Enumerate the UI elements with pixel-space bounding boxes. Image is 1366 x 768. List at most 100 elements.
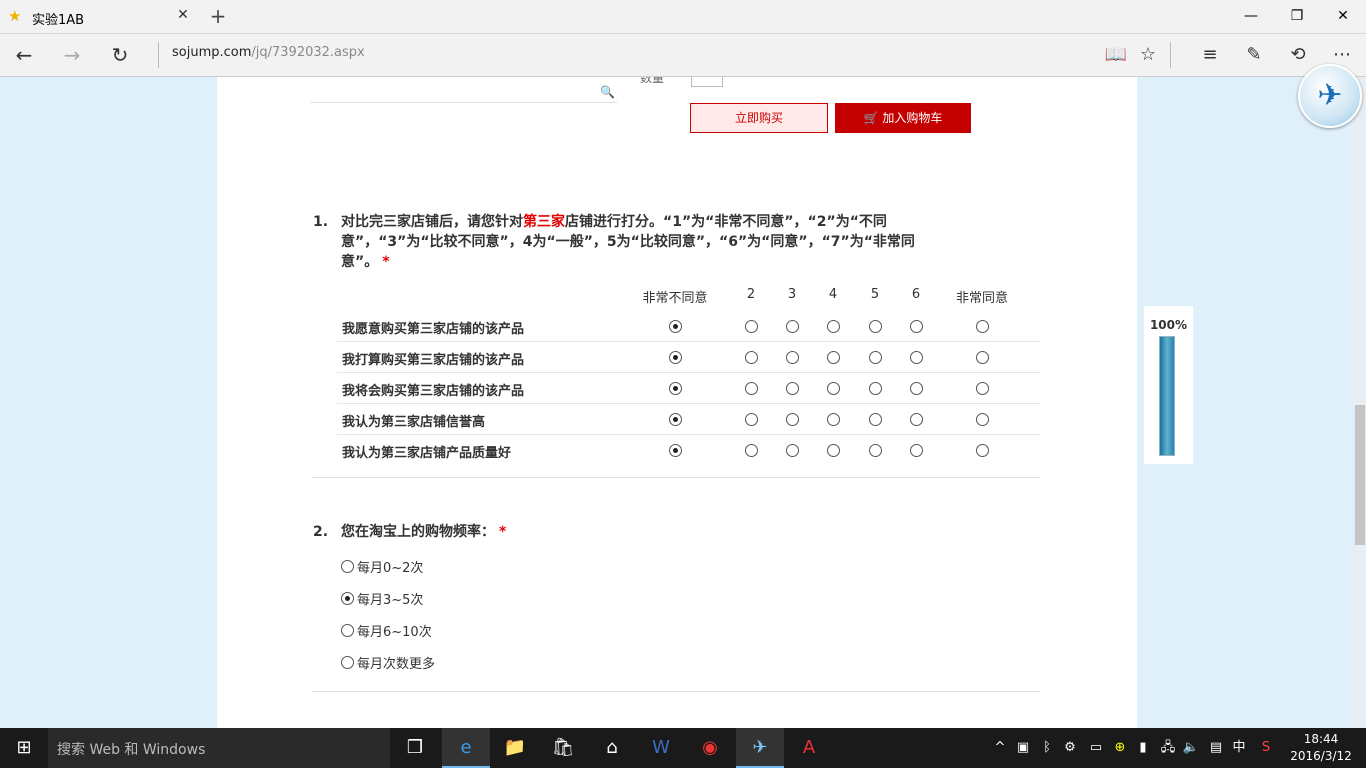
frequency-radio[interactable] [341, 592, 354, 605]
frequency-option-label[interactable]: 每月3~5次 [357, 589, 423, 608]
volume-icon[interactable]: 🔈 [1182, 728, 1200, 768]
add-to-cart-button[interactable]: 🛒 加入购物车 [835, 103, 971, 133]
matrix-radio-1[interactable] [669, 351, 682, 364]
network-icon[interactable]: 🖧 [1158, 728, 1178, 768]
progress-fill [1160, 337, 1174, 455]
matrix-col-2: 2 [746, 287, 756, 302]
matrix-radio-1[interactable] [669, 320, 682, 333]
windows-taskbar: ⊞ 搜索 Web 和 Windows ❒ e 📁 🛍 ⌂ W ◉ ✈ A ^ ▣… [0, 728, 1366, 768]
tray-update-icon[interactable]: ⚙ [1061, 728, 1079, 768]
matrix-radio-3[interactable] [786, 444, 799, 457]
matrix-radio-7[interactable] [976, 382, 989, 395]
minimize-button[interactable]: — [1228, 0, 1274, 33]
store-icon[interactable]: 🛍 [539, 728, 587, 768]
back-button[interactable]: ← [9, 40, 39, 70]
frequency-option-label[interactable]: 每月次数更多 [357, 653, 435, 672]
matrix-radio-6[interactable] [910, 413, 923, 426]
netease-music-icon[interactable]: ◉ [686, 728, 734, 768]
task-view-icon[interactable]: ❒ [391, 728, 439, 768]
matrix-radio-6[interactable] [910, 351, 923, 364]
acrobat-icon[interactable]: A [785, 728, 833, 768]
system-clock[interactable]: 18:44 2016/3/12 [1288, 731, 1354, 765]
quantity-input[interactable] [691, 77, 723, 87]
tray-display-icon[interactable]: ▭ [1086, 728, 1106, 768]
ime-indicator[interactable]: 中 [1229, 728, 1249, 768]
matrix-radio-7[interactable] [976, 320, 989, 333]
close-window-button[interactable]: ✕ [1320, 0, 1366, 33]
question-1-number: 1. [313, 214, 329, 230]
edge-browser-icon[interactable]: e [442, 728, 490, 768]
close-tab-icon[interactable]: ✕ [173, 5, 193, 25]
matrix-radio-7[interactable] [976, 413, 989, 426]
windows-start-icon[interactable]: ⊞ [0, 728, 48, 768]
bird-app-icon[interactable]: ✈ [736, 728, 784, 768]
buy-now-button[interactable]: 立即购买 [690, 103, 828, 133]
matrix-radio-6[interactable] [910, 382, 923, 395]
matrix-radio-2[interactable] [745, 413, 758, 426]
frequency-radio[interactable] [341, 656, 354, 669]
favorite-star-outline-icon[interactable]: ☆ [1133, 40, 1163, 70]
progress-widget: 100% [1144, 306, 1193, 464]
tray-app-icon[interactable]: ▣ [1013, 728, 1033, 768]
matrix-radio-2[interactable] [745, 320, 758, 333]
matrix-radio-2[interactable] [745, 351, 758, 364]
home-icon[interactable]: ⌂ [588, 728, 636, 768]
restore-button[interactable]: ❐ [1274, 0, 1320, 33]
bird-logo-icon[interactable]: ✈ [1298, 64, 1362, 128]
search-icon[interactable]: 🔍 [600, 85, 615, 99]
matrix-row-divider [337, 341, 1040, 342]
scrollbar-track[interactable] [1354, 77, 1366, 728]
matrix-radio-3[interactable] [786, 413, 799, 426]
matrix-radio-1[interactable] [669, 413, 682, 426]
matrix-radio-5[interactable] [869, 382, 882, 395]
hub-icon[interactable]: ≡ [1195, 40, 1225, 70]
add-to-cart-label: 加入购物车 [882, 111, 943, 125]
frequency-radio[interactable] [341, 624, 354, 637]
matrix-radio-4[interactable] [827, 351, 840, 364]
address-bar[interactable]: sojump.com/jq/7392032.aspx [172, 45, 365, 60]
matrix-radio-2[interactable] [745, 382, 758, 395]
taskbar-search-box[interactable]: 搜索 Web 和 Windows [48, 728, 390, 768]
browser-tab[interactable]: ★ 实验1AB ✕ [0, 0, 198, 33]
matrix-radio-4[interactable] [827, 413, 840, 426]
frequency-radio[interactable] [341, 560, 354, 573]
matrix-radio-6[interactable] [910, 444, 923, 457]
matrix-radio-7[interactable] [976, 351, 989, 364]
matrix-radio-4[interactable] [827, 444, 840, 457]
matrix-radio-3[interactable] [786, 382, 799, 395]
matrix-radio-1[interactable] [669, 382, 682, 395]
matrix-radio-5[interactable] [869, 320, 882, 333]
show-hidden-icons[interactable]: ^ [992, 728, 1008, 768]
matrix-radio-3[interactable] [786, 320, 799, 333]
matrix-col-6: 6 [911, 287, 921, 302]
file-explorer-icon[interactable]: 📁 [491, 728, 539, 768]
web-note-icon[interactable]: ✎ [1239, 40, 1269, 70]
refresh-button[interactable]: ↻ [105, 40, 135, 70]
matrix-radio-6[interactable] [910, 320, 923, 333]
matrix-radio-4[interactable] [827, 382, 840, 395]
matrix-radio-4[interactable] [827, 320, 840, 333]
reading-view-icon[interactable]: 📖 [1101, 40, 1131, 70]
matrix-radio-1[interactable] [669, 444, 682, 457]
battery-icon[interactable]: ▮ [1134, 728, 1152, 768]
sogou-input-icon[interactable]: S [1256, 728, 1276, 768]
matrix-row-divider [337, 434, 1040, 435]
matrix-row-divider [337, 403, 1040, 404]
matrix-radio-2[interactable] [745, 444, 758, 457]
matrix-radio-5[interactable] [869, 444, 882, 457]
matrix-radio-5[interactable] [869, 351, 882, 364]
tray-plus-icon[interactable]: ⊕ [1110, 728, 1130, 768]
matrix-radio-5[interactable] [869, 413, 882, 426]
frequency-option-label[interactable]: 每月0~2次 [357, 557, 423, 576]
forward-button[interactable]: → [57, 40, 87, 70]
share-icon[interactable]: ⟲ [1283, 40, 1313, 70]
bluetooth-icon[interactable]: ᛒ [1038, 728, 1056, 768]
navigation-bar: ← → ↻ sojump.com/jq/7392032.aspx 📖 ☆ ≡ ✎… [0, 34, 1366, 77]
frequency-option-label[interactable]: 每月6~10次 [357, 621, 432, 640]
new-tab-button[interactable]: + [205, 3, 231, 29]
matrix-radio-3[interactable] [786, 351, 799, 364]
scrollbar-thumb[interactable] [1355, 405, 1365, 545]
word-icon[interactable]: W [637, 728, 685, 768]
matrix-radio-7[interactable] [976, 444, 989, 457]
notification-icon[interactable]: ▤ [1206, 728, 1226, 768]
